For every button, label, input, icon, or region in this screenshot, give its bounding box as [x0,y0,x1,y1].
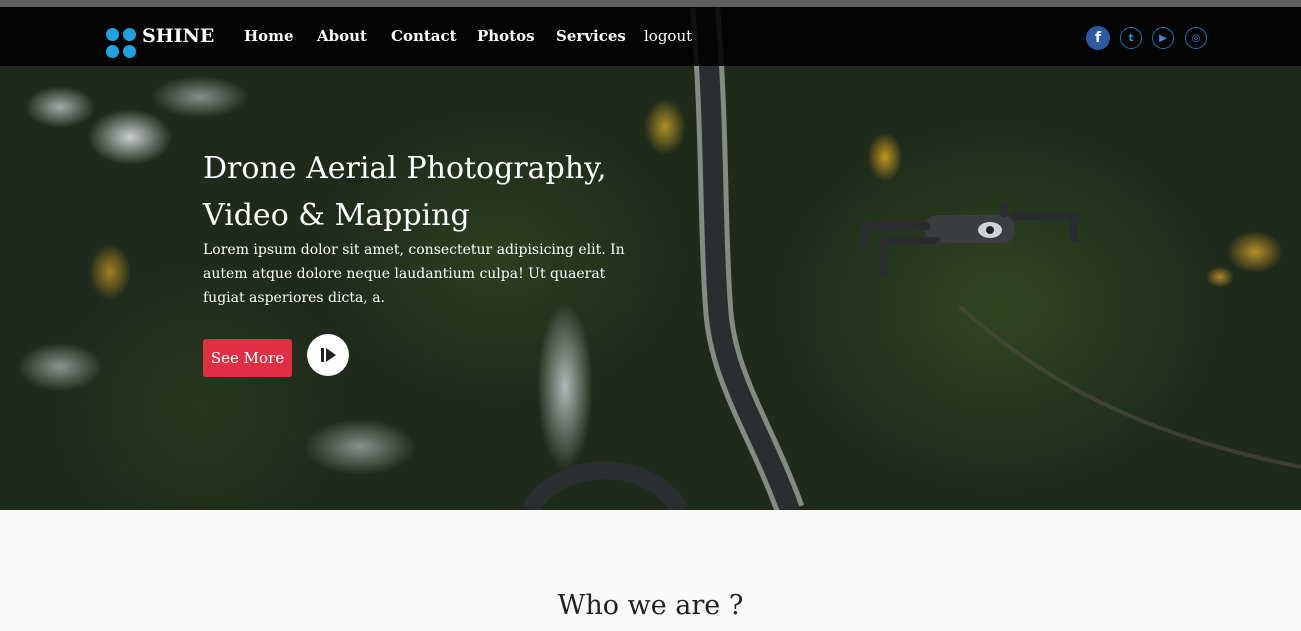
see-more-button[interactable]: See More [203,339,292,377]
nav-home[interactable]: Home [244,27,294,45]
nav-logout[interactable]: logout [644,27,692,45]
facebook-icon[interactable]: f [1086,26,1110,50]
nav-about[interactable]: About [317,27,367,45]
section-title-who-we-are: Who we are ? [557,590,744,621]
play-icon [321,348,336,362]
drone-image [860,202,1080,277]
nav-contact[interactable]: Contact [391,27,457,45]
instagram-icon[interactable]: ◎ [1185,27,1207,49]
navbar: SHINE Home About Contact Photos Services… [0,7,1301,66]
hero-background-road [522,7,1301,510]
top-strip [0,0,1301,7]
nav-services[interactable]: Services [556,27,626,45]
drone-logo-icon[interactable] [106,28,138,60]
hero-paragraph: Lorem ipsum dolor sit amet, consectetur … [203,242,625,306]
hero-headline-line1: Drone Aerial Photography, [203,151,607,186]
hero-headline-line2: Video & Mapping [203,198,470,233]
nav-photos[interactable]: Photos [477,27,535,45]
hero-section [0,7,1301,510]
hero-headline: Drone Aerial Photography, Video & Mappin… [203,145,623,239]
play-video-button[interactable] [307,334,349,376]
brand-name[interactable]: SHINE [142,25,214,47]
youtube-icon[interactable]: ▶ [1152,27,1174,49]
twitter-icon[interactable]: t [1120,27,1142,49]
